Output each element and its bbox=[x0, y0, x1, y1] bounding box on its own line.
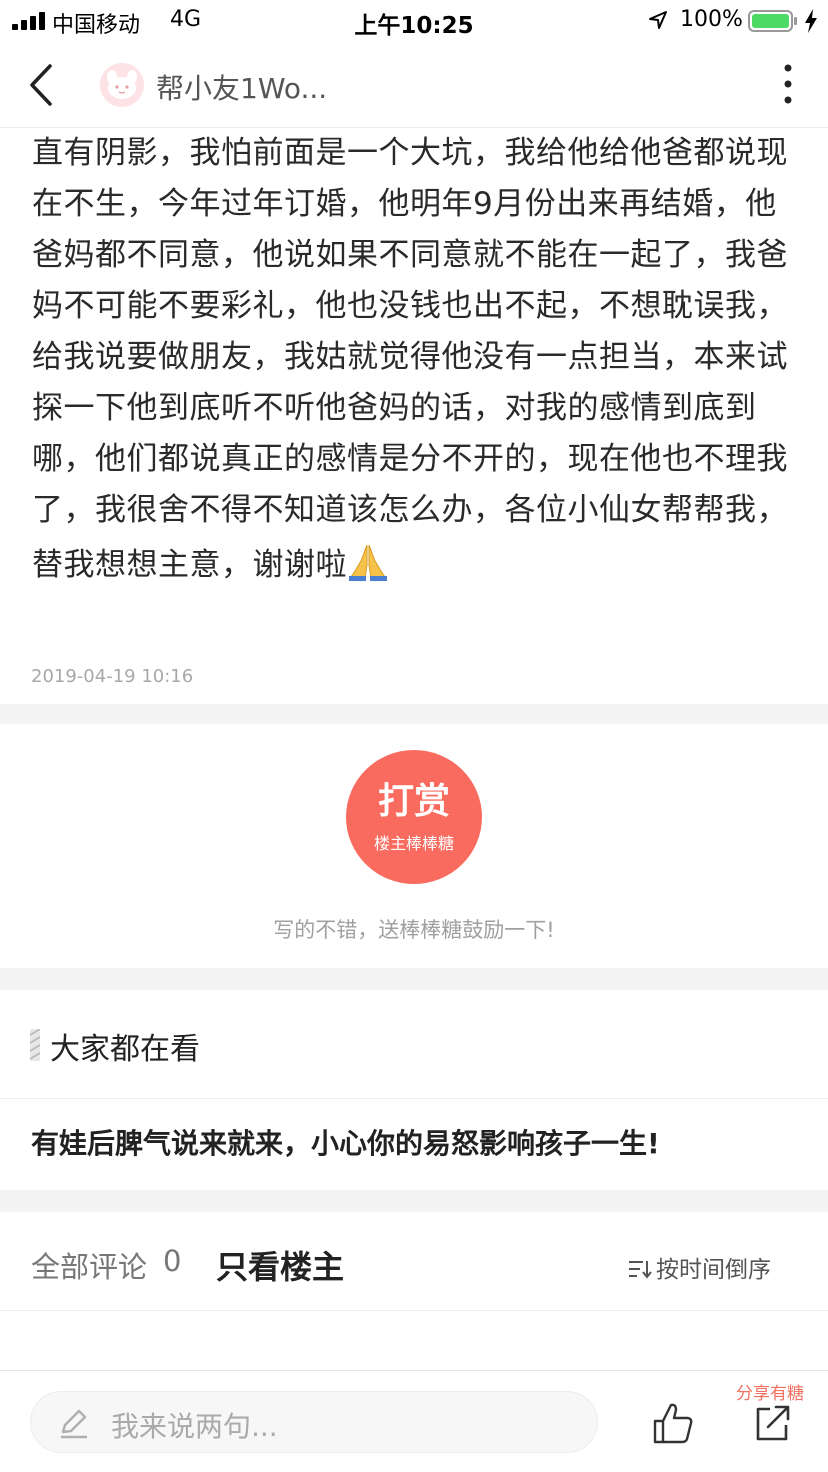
sort-icon bbox=[629, 1261, 652, 1279]
all-comments-tab[interactable]: 全部评论 bbox=[31, 1244, 147, 1286]
comment-input[interactable]: 我来说两句... bbox=[30, 1391, 598, 1453]
location-arrow-icon bbox=[649, 11, 667, 29]
related-title: 大家都在看 bbox=[50, 1032, 200, 1067]
pencil-icon bbox=[61, 1409, 87, 1439]
status-bar: 中国移动 4G 上午10:25 100% bbox=[0, 0, 828, 42]
avatar-face-icon bbox=[100, 63, 144, 107]
reward-tip: 写的不错，送棒棒糖鼓励一下! bbox=[273, 918, 555, 942]
owner-only-tab[interactable]: 只看楼主 bbox=[216, 1242, 344, 1288]
post-line: 爸妈都不同意，他说如果不同意就不能在一起了，我爸 bbox=[32, 237, 788, 273]
more-options-icon[interactable] bbox=[772, 60, 804, 108]
post-last-line: 替我想想主意，谢谢啦 bbox=[32, 540, 802, 591]
bottom-bar: 我来说两句... 分享有糖 bbox=[0, 1370, 828, 1472]
post-line: 探一下他到底听不听他爸妈的话，对我的感情到底到 bbox=[32, 390, 757, 426]
back-icon[interactable] bbox=[22, 60, 62, 110]
post-line: 在不生，今年过年订婚，他明年9月份出来再结婚，他 bbox=[32, 186, 777, 222]
post-line: 了，我很舍不得不知道该怎么办，各位小仙女帮帮我， bbox=[32, 492, 788, 528]
reward-subtitle: 楼主棒棒糖 bbox=[373, 834, 454, 853]
reward-title: 打赏 bbox=[377, 781, 450, 822]
post-body: 直有阴影，我怕前面是一个大坑，我给他给他爸都说现 在不生，今年过年订婚，他明年9… bbox=[32, 128, 802, 591]
post-line: 直有阴影，我怕前面是一个大坑，我给他给他爸都说现 bbox=[32, 135, 788, 171]
share-icon[interactable] bbox=[754, 1403, 792, 1443]
sort-label: 按时间倒序 bbox=[656, 1257, 771, 1283]
post-line: 妈不可能不要彩礼，他也没钱也出不起，不想耽误我， bbox=[32, 288, 788, 324]
battery-icon bbox=[748, 10, 797, 32]
comment-placeholder: 我来说两句... bbox=[111, 1410, 278, 1443]
section-marker-icon bbox=[30, 1029, 40, 1061]
comment-count: 0 bbox=[163, 1244, 182, 1278]
post-date: 2019-04-19 10:16 bbox=[31, 666, 194, 687]
thumbs-up-icon[interactable] bbox=[652, 1401, 694, 1445]
praying-hands-icon bbox=[349, 544, 387, 581]
sort-toggle[interactable]: 按时间倒序 bbox=[628, 1250, 771, 1284]
charging-icon bbox=[805, 9, 817, 33]
post-line: 替我想想主意，谢谢啦 bbox=[32, 547, 347, 583]
section-gap bbox=[0, 704, 828, 724]
battery-percent: 100% bbox=[680, 7, 743, 32]
divider bbox=[0, 1310, 828, 1311]
avatar[interactable] bbox=[100, 63, 144, 107]
nav-bar: 帮小友1Wo... bbox=[0, 42, 828, 128]
section-gap bbox=[0, 1190, 828, 1212]
post-line: 给我说要做朋友，我姑就觉得他没有一点担当，本来试 bbox=[32, 339, 788, 375]
divider bbox=[0, 1098, 828, 1099]
share-promo-label: 分享有糖 bbox=[736, 1384, 804, 1404]
section-gap bbox=[0, 968, 828, 990]
related-article-link[interactable]: 有娃后脾气说来就来，小心你的易怒影响孩子一生! bbox=[31, 1122, 660, 1162]
post-line: 哪，他们都说真正的感情是分不开的，现在他也不理我 bbox=[32, 441, 788, 477]
reward-button[interactable]: 打赏 楼主棒棒糖 bbox=[346, 750, 482, 884]
page-title: 帮小友1Wo... bbox=[156, 72, 328, 105]
